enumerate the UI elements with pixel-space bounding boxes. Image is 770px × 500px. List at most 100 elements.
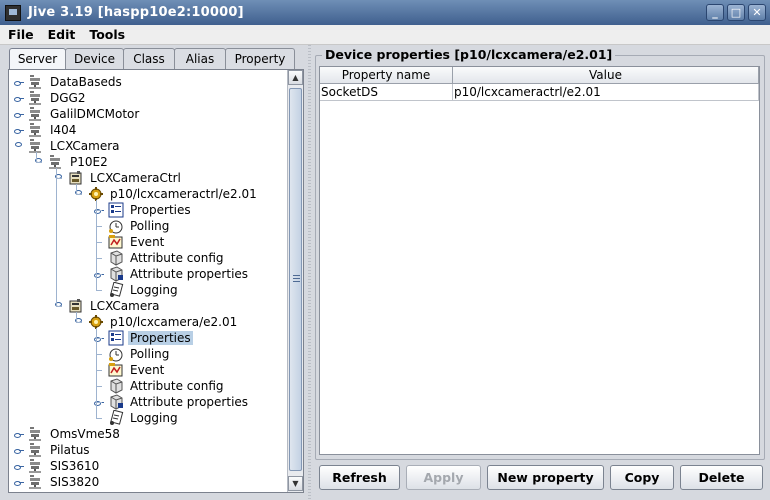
tree-node-label[interactable]: Polling [128,347,171,361]
tree-node[interactable]: Attribute properties [94,394,250,410]
tree-node-label[interactable]: Attribute config [128,251,226,265]
tree-node[interactable]: I404 [14,122,78,138]
tree-node[interactable]: SIS3820 [14,474,101,490]
expand-handle-icon[interactable] [14,462,24,470]
tree-node-label[interactable]: Event [128,363,166,377]
expand-handle-icon[interactable] [14,110,24,118]
tree-node[interactable]: Attribute config [94,378,226,394]
menu-tools[interactable]: Tools [81,27,131,42]
scroll-down-icon[interactable]: ▼ [288,476,303,491]
tree-node[interactable]: Logging [94,409,180,426]
server-icon [28,458,44,474]
refresh-button[interactable]: Refresh [319,465,400,490]
maximize-icon[interactable]: □ [727,4,745,21]
tree-connector [96,226,102,227]
new-property-button[interactable]: New property [487,465,604,490]
scroll-up-icon[interactable]: ▲ [288,70,303,85]
logging-icon [108,409,124,426]
tree-node-label[interactable]: Properties [128,331,193,345]
tree-node-label[interactable]: p10/lcxcameractrl/e2.01 [108,187,259,201]
tree-node-label[interactable]: LCXCamera [48,139,122,153]
tree-node-label[interactable]: Event [128,235,166,249]
tree-node-label[interactable]: P10E2 [68,155,110,169]
expand-handle-icon[interactable] [14,430,24,438]
copy-button[interactable]: Copy [610,465,674,490]
tree-node[interactable]: Event [94,362,166,378]
tree-node[interactable]: OmsVme58 [14,426,122,442]
tree-node-label[interactable]: Logging [128,283,180,297]
split-pane-divider[interactable] [306,45,314,500]
tree-node[interactable]: Polling [94,218,171,234]
delete-button[interactable]: Delete [680,465,763,490]
tree-node[interactable]: P10E2 [34,154,110,170]
tree-connector [76,322,82,323]
properties-table[interactable]: Property name Value SocketDS p10/lcxcame… [319,66,760,455]
tab-server[interactable]: Server [9,48,66,69]
expand-handle-icon[interactable] [14,446,24,454]
tree-node[interactable]: LCXCamera [54,298,162,314]
tree-connector [36,152,37,162]
tree-node-label[interactable]: Properties [128,203,193,217]
tree-node[interactable]: SIS3610 [14,458,101,474]
tree-scrollbar[interactable]: ▲ ▼ [287,70,303,492]
table-row[interactable]: SocketDS p10/lcxcameractrl/e2.01 [320,84,759,101]
tree-node[interactable]: LCXCameraCtrl [54,170,183,186]
menu-edit[interactable]: Edit [40,27,82,42]
tree-node[interactable]: Properties [94,202,193,218]
tree-node[interactable]: GalilDMCMotor [14,106,141,122]
title-bar[interactable]: Jive 3.19 [haspp10e2:10000] _ □ ✕ [0,0,770,25]
tree-node[interactable]: DGG2 [14,90,87,106]
scrollbar-thumb[interactable] [289,88,302,471]
tree-node[interactable]: p10/lcxcamera/e2.01 [74,314,239,330]
tree-node-label[interactable]: DGG2 [48,91,87,105]
server-tree[interactable]: DataBaseds DGG2 GalilDMCMotor I404 LCXCamera… [9,70,287,492]
expand-handle-icon[interactable] [14,126,24,134]
tree-connector [96,328,97,418]
tree-node[interactable]: Polling [94,346,171,362]
server-icon [28,106,44,122]
tab-alias[interactable]: Alias [174,48,226,69]
close-icon[interactable]: ✕ [748,4,766,21]
tree-node-label[interactable]: Pilatus [48,443,92,457]
tree-connector [56,168,57,306]
tree-node-label[interactable]: SIS3610 [48,459,101,473]
tree-node-label[interactable]: GalilDMCMotor [48,107,141,121]
tree-node-label[interactable]: LCXCameraCtrl [88,171,183,185]
tree-node-label[interactable]: OmsVme58 [48,427,122,441]
tree-node-label[interactable]: SIS3820 [48,475,101,489]
tree-node[interactable]: p10/lcxcameractrl/e2.01 [74,186,259,202]
tree-node[interactable]: Attribute config [94,250,226,266]
expand-handle-icon[interactable] [14,78,24,86]
tree-node-label[interactable]: DataBaseds [48,75,124,89]
tree-node-label[interactable]: Attribute config [128,379,226,393]
expand-handle-icon[interactable] [14,478,24,486]
tab-property[interactable]: Property [225,48,295,69]
tab-device[interactable]: Device [65,48,124,69]
tree-node[interactable]: DataBaseds [14,74,124,90]
tree-node-label[interactable]: Logging [128,411,180,425]
tree-node-label[interactable]: I404 [48,123,78,137]
tree-node-label[interactable]: p10/lcxcamera/e2.01 [108,315,239,329]
cell-property-name[interactable]: SocketDS [320,84,453,100]
collapse-handle-icon[interactable] [14,142,24,150]
tree-node-label[interactable]: Attribute properties [128,267,250,281]
menu-file[interactable]: File [0,27,40,42]
column-header-property-name[interactable]: Property name [320,67,453,84]
cell-value[interactable]: p10/lcxcameractrl/e2.01 [453,84,759,100]
column-header-value[interactable]: Value [453,67,759,84]
tree-node-label[interactable]: Attribute properties [128,395,250,409]
tree-node[interactable]: Properties [94,330,193,346]
tree-node[interactable]: Logging [94,281,180,298]
tree-node[interactable]: Event [94,234,166,250]
apply-button[interactable]: Apply [406,465,481,490]
tree-node-label[interactable]: LCXCamera [88,299,162,313]
expand-handle-icon[interactable] [14,94,24,102]
tree-connector [96,338,102,339]
tree-node-label[interactable]: Polling [128,219,171,233]
tab-class[interactable]: Class [123,48,175,69]
tree-node[interactable]: LCXCamera [14,138,122,154]
minimize-icon[interactable]: _ [706,4,724,21]
tree-node[interactable]: Attribute properties [94,266,250,282]
server-icon [28,474,44,490]
tree-node[interactable]: Pilatus [14,442,92,458]
